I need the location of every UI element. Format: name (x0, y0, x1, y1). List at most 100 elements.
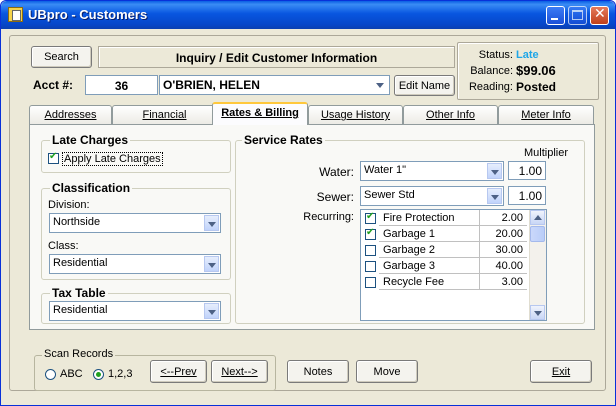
recurring-list[interactable]: Fire Protection 2.00 Garbage 1 20.00 Gar… (360, 209, 547, 321)
tax-table-value: Residential (53, 304, 108, 316)
recurring-amount: 3.00 (501, 276, 523, 288)
move-button[interactable]: Move (356, 360, 418, 383)
exit-label: Exit (551, 366, 571, 378)
window-title: UBpro - Customers (28, 7, 148, 22)
recurring-checkbox[interactable] (365, 261, 376, 272)
acct-label: Acct #: (33, 78, 74, 92)
close-button[interactable]: ✕ (590, 6, 609, 25)
reading-value: Posted (516, 80, 557, 94)
service-rates-group: Service Rates Multiplier Water: Water 1"… (235, 133, 585, 324)
abc-radio[interactable] (45, 369, 56, 380)
service-rates-title: Service Rates (242, 133, 325, 147)
scroll-down-button[interactable] (530, 305, 545, 320)
edit-name-button[interactable]: Edit Name (394, 75, 455, 96)
notes-button[interactable]: Notes (287, 360, 349, 383)
apply-late-charges-checkbox[interactable] (48, 151, 59, 164)
list-item[interactable]: Garbage 2 30.00 (361, 242, 527, 258)
close-icon: ✕ (594, 6, 606, 22)
chevron-down-icon[interactable] (204, 303, 219, 319)
scroll-up-button[interactable] (530, 210, 545, 225)
next-button[interactable]: Next--> (211, 360, 268, 383)
minimize-button[interactable] (546, 6, 565, 25)
recurring-scrollbar[interactable] (529, 210, 546, 320)
prev-button[interactable]: <--Prev (150, 360, 207, 383)
tax-table-group: Tax Table Residential (41, 286, 231, 324)
abc-label[interactable]: ABC (60, 368, 83, 380)
late-charges-group: Late Charges Apply Late Charges (41, 133, 231, 173)
chevron-down-icon[interactable] (373, 77, 388, 93)
recurring-name: Recycle Fee (383, 276, 445, 288)
app-icon (8, 7, 23, 22)
recurring-label: Recurring: (303, 211, 354, 223)
chevron-down-icon[interactable] (204, 256, 219, 272)
exit-button[interactable]: Exit (530, 360, 592, 383)
tax-table-title: Tax Table (50, 286, 108, 300)
heading-panel: Inquiry / Edit Customer Information (98, 46, 455, 68)
division-value: Northside (53, 216, 101, 228)
tab-financial[interactable]: Financial (112, 105, 217, 124)
tab-meter-info[interactable]: Meter Info (498, 105, 594, 124)
sewer-multiplier-value: 1.00 (518, 189, 542, 203)
page-title: Inquiry / Edit Customer Information (175, 51, 378, 65)
customer-name-select[interactable]: O'BRIEN, HELEN (159, 75, 390, 95)
sewer-multiplier-field[interactable]: 1.00 (508, 186, 546, 205)
maximize-button[interactable] (568, 6, 587, 25)
numeric-label[interactable]: 1,2,3 (108, 368, 132, 380)
recurring-checkbox[interactable] (365, 277, 376, 288)
tab-label: Usage History (320, 109, 391, 121)
recurring-checkbox[interactable] (365, 211, 376, 224)
division-label: Division: (48, 199, 90, 211)
list-item[interactable]: Fire Protection 2.00 (361, 210, 527, 226)
acct-number-field[interactable]: 36 (85, 75, 158, 95)
water-label: Water: (319, 165, 354, 179)
scroll-thumb[interactable] (530, 226, 545, 242)
tab-page: Late Charges Apply Late Charges Classifi… (29, 124, 595, 330)
list-item[interactable]: Garbage 3 40.00 (361, 258, 527, 274)
maximize-icon (572, 10, 583, 20)
sewer-select[interactable]: Sewer Std (360, 186, 504, 206)
status-panel: Status: Late Balance: $99.06 Reading: Po… (457, 42, 599, 100)
list-item[interactable]: Garbage 1 20.00 (361, 226, 527, 242)
recurring-amount: 30.00 (495, 244, 523, 256)
apply-late-charges-label[interactable]: Apply Late Charges (62, 152, 163, 166)
search-button[interactable]: Search (31, 46, 92, 68)
tab-addresses[interactable]: Addresses (29, 105, 112, 124)
numeric-radio[interactable] (93, 369, 104, 380)
class-select[interactable]: Residential (49, 254, 221, 274)
balance-value: $99.06 (516, 63, 556, 78)
tab-label: Financial (142, 109, 187, 121)
sewer-label: Sewer: (316, 190, 354, 204)
chevron-down-icon[interactable] (487, 163, 502, 179)
tab-label: Addresses (44, 109, 97, 121)
tab-label: Rates & Billing (221, 107, 299, 119)
recurring-amount: 20.00 (495, 228, 523, 240)
recurring-checkbox[interactable] (365, 227, 376, 240)
minimize-icon (551, 18, 558, 20)
status-label: Status: (478, 49, 513, 61)
recurring-name: Fire Protection (383, 212, 455, 224)
tab-label: Meter Info (521, 109, 571, 121)
tax-table-select[interactable]: Residential (49, 301, 221, 321)
customers-window: UBpro - Customers ✕ Search Inquiry / Edi… (0, 0, 616, 406)
customer-name-value: O'BRIEN, HELEN (163, 78, 260, 92)
tab-usage-history[interactable]: Usage History (308, 105, 403, 124)
prev-label: <--Prev (160, 366, 197, 378)
title-bar[interactable]: UBpro - Customers ✕ (1, 1, 615, 29)
tab-rates-billing[interactable]: Rates & Billing (212, 102, 308, 125)
recurring-checkbox[interactable] (365, 245, 376, 256)
list-item[interactable]: Recycle Fee 3.00 (361, 274, 527, 290)
recurring-name: Garbage 2 (383, 244, 435, 256)
late-charges-title: Late Charges (50, 133, 131, 147)
sewer-value: Sewer Std (364, 189, 415, 201)
tab-other-info[interactable]: Other Info (403, 105, 498, 124)
classification-group: Classification Division: Northside Class… (41, 181, 231, 280)
chevron-down-icon[interactable] (204, 215, 219, 231)
multiplier-label: Multiplier (524, 147, 569, 159)
water-multiplier-field[interactable]: 1.00 (508, 161, 546, 180)
water-multiplier-value: 1.00 (518, 164, 542, 178)
acct-number-value: 36 (114, 79, 129, 93)
division-select[interactable]: Northside (49, 213, 221, 233)
chevron-down-icon (534, 311, 542, 316)
chevron-down-icon[interactable] (487, 188, 502, 204)
water-select[interactable]: Water 1" (360, 161, 504, 181)
